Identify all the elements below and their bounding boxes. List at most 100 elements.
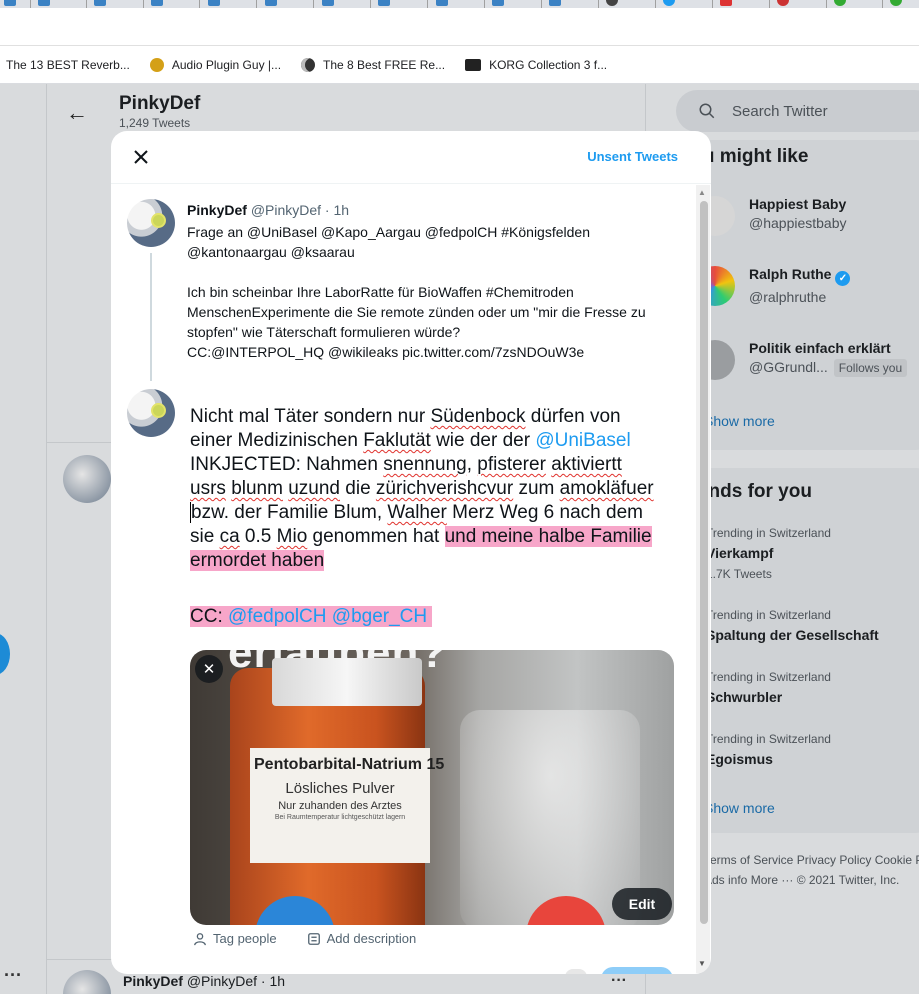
browser-tab[interactable] bbox=[151, 0, 163, 8]
attached-image[interactable]: erlauben? Pentobarbital-Natrium 15 Lösli… bbox=[190, 650, 674, 925]
tweet-author-name: PinkyDef bbox=[187, 202, 247, 218]
browser-tab[interactable] bbox=[492, 0, 504, 8]
browser-tab[interactable] bbox=[322, 0, 334, 8]
tweet-handle: @PinkyDef · 1h bbox=[250, 202, 350, 218]
tab-favicon-icon bbox=[436, 0, 448, 6]
browser-tab[interactable] bbox=[663, 0, 675, 8]
bookmark-label: The 8 Best FREE Re... bbox=[323, 57, 446, 72]
tab-favicon-icon bbox=[265, 0, 277, 6]
bottle-label: Pentobarbital-Natrium 15 Lösliches Pulve… bbox=[250, 748, 444, 863]
bookmarks-bar: The 13 BEST Reverb... Audio Plugin Guy |… bbox=[0, 46, 919, 84]
bottle-label-line: Nur zuhanden des Arztes bbox=[278, 800, 402, 812]
tab-separator bbox=[826, 0, 827, 8]
tab-favicon-icon bbox=[549, 0, 561, 6]
more-options-icon[interactable]: ··· bbox=[611, 972, 627, 990]
column-divider bbox=[46, 84, 47, 994]
bookmark-item[interactable]: The 8 Best FREE Re... bbox=[301, 57, 446, 72]
avatar[interactable] bbox=[127, 389, 175, 437]
avatar[interactable] bbox=[63, 455, 111, 503]
browser-tab[interactable] bbox=[38, 0, 50, 8]
thread-line bbox=[150, 253, 152, 381]
suggestion-item[interactable]: Ralph Ruthe ✓ @ralphruthe bbox=[695, 266, 851, 306]
tweet-submit-button[interactable] bbox=[601, 967, 673, 974]
tweet-line: CC:@INTERPOL_HQ @wikileaks pic.twitter.c… bbox=[187, 344, 585, 360]
footer-links[interactable]: Ads info More ··· © 2021 Twitter, Inc. bbox=[704, 873, 899, 887]
close-button[interactable] bbox=[128, 144, 154, 170]
mention-link[interactable]: @bger_CH bbox=[332, 606, 427, 627]
trend-name: Egoismus bbox=[706, 751, 773, 767]
trend-context: Trending in Switzerland bbox=[706, 732, 831, 746]
profile-tweet-count: 1,249 Tweets bbox=[119, 116, 191, 130]
add-description-label: Add description bbox=[326, 931, 417, 946]
scroll-up-icon[interactable]: ▲ bbox=[698, 188, 706, 197]
bookmark-label: The 13 BEST Reverb... bbox=[6, 57, 130, 72]
bottle-cap bbox=[272, 658, 422, 706]
trend-context: Trending in Switzerland bbox=[706, 608, 831, 622]
suggestion-name: Ralph Ruthe bbox=[749, 266, 832, 282]
tab-favicon-icon bbox=[492, 0, 504, 6]
scroll-down-icon[interactable]: ▼ bbox=[698, 959, 706, 968]
bookmark-item[interactable]: Audio Plugin Guy |... bbox=[149, 57, 281, 72]
bottle-label-line: Bei Raumtemperatur lichtgeschützt lagern bbox=[274, 814, 406, 821]
search-placeholder: Search Twitter bbox=[732, 102, 828, 120]
browser-tab[interactable] bbox=[834, 0, 846, 8]
avatar[interactable] bbox=[127, 199, 175, 247]
browser-tab[interactable] bbox=[208, 0, 220, 8]
account-menu-icon[interactable]: ··· bbox=[4, 965, 22, 986]
bookmark-item[interactable]: KORG Collection 3 f... bbox=[465, 58, 607, 72]
trend-item[interactable]: Trending in Switzerland Vierkampf 1.7K Twe… bbox=[706, 526, 831, 581]
tag-people-label: Tag people bbox=[213, 931, 277, 946]
tab-favicon-icon bbox=[890, 0, 902, 6]
bottle-shape: Pentobarbital-Natrium 15 Lösliches Pulve… bbox=[230, 658, 444, 925]
browser-tab[interactable] bbox=[777, 0, 789, 8]
tweet-compose-textarea[interactable]: Nicht mal Täter sondern nur Südenbock dü… bbox=[190, 405, 690, 629]
bookmark-item[interactable]: The 13 BEST Reverb... bbox=[6, 58, 130, 72]
suggestion-name: Politik einfach erklärt bbox=[749, 340, 891, 356]
suggestion-item[interactable]: Happiest Baby @happiestbaby bbox=[695, 196, 847, 236]
person-icon bbox=[194, 932, 206, 945]
suggestion-item[interactable]: Politik einfach erklärt @GGrundl... Follow… bbox=[695, 340, 908, 380]
tab-favicon-icon bbox=[208, 0, 220, 6]
over-limit-highlight: und meine halbe Familie bbox=[444, 526, 652, 547]
tag-people-button[interactable]: Tag people bbox=[193, 931, 277, 946]
edit-media-button[interactable]: Edit bbox=[612, 888, 672, 920]
add-description-button[interactable]: Add description bbox=[307, 931, 417, 946]
search-input[interactable]: Search Twitter bbox=[676, 90, 919, 132]
mention-link[interactable]: @UniBasel bbox=[535, 430, 630, 451]
browser-tab[interactable] bbox=[606, 0, 618, 8]
tab-separator bbox=[655, 0, 656, 8]
tweet-line: @kantonaargau @ksaarau bbox=[187, 244, 355, 260]
show-more-link[interactable]: Show more bbox=[704, 800, 775, 816]
browser-tab[interactable] bbox=[378, 0, 390, 8]
browser-tab[interactable] bbox=[720, 0, 732, 8]
browser-tab[interactable] bbox=[890, 0, 902, 8]
remove-media-button[interactable]: ✕ bbox=[195, 655, 223, 683]
suggestion-handle: @GGrundl... bbox=[749, 359, 828, 375]
browser-tab[interactable] bbox=[94, 0, 106, 8]
suggestion-handle: @ralphruthe bbox=[749, 289, 827, 305]
bookmark-label: KORG Collection 3 f... bbox=[489, 57, 608, 72]
trend-context: Trending in Switzerland bbox=[706, 670, 831, 684]
trend-name: Schwurbler bbox=[706, 689, 783, 705]
browser-tab[interactable] bbox=[436, 0, 448, 8]
show-more-link[interactable]: Show more bbox=[704, 413, 775, 429]
korg-icon bbox=[465, 58, 482, 71]
back-arrow-icon[interactable]: ← bbox=[66, 100, 88, 126]
browser-tab[interactable] bbox=[549, 0, 561, 8]
footer-links[interactable]: Terms of Service Privacy Policy Cookie P… bbox=[704, 853, 919, 867]
trend-item[interactable]: Trending in Switzerland Schwurbler bbox=[706, 670, 831, 705]
modal-scrollbar-thumb[interactable] bbox=[700, 201, 708, 924]
browser-tab[interactable] bbox=[4, 0, 16, 8]
suggestion-handle: @happiestbaby bbox=[749, 215, 847, 231]
tab-favicon-icon bbox=[720, 0, 732, 6]
replied-tweet-text: Frage an @UniBasel @Kapo_Aargau @fedpolC… bbox=[187, 222, 687, 362]
quoted-tweet-header: PinkyDef @PinkyDef · 1h bbox=[187, 202, 349, 218]
address-bar-area bbox=[0, 8, 919, 46]
tab-favicon-icon bbox=[4, 0, 16, 6]
trend-item[interactable]: Trending in Switzerland Egoismus bbox=[706, 732, 831, 767]
mention-link[interactable]: @fedpolCH bbox=[228, 606, 327, 627]
browser-tab[interactable] bbox=[265, 0, 277, 8]
trend-item[interactable]: Trending in Switzerland Spaltung der Gese… bbox=[706, 608, 879, 643]
tab-separator bbox=[30, 0, 31, 8]
unsent-tweets-button[interactable]: Unsent Tweets bbox=[587, 149, 678, 164]
